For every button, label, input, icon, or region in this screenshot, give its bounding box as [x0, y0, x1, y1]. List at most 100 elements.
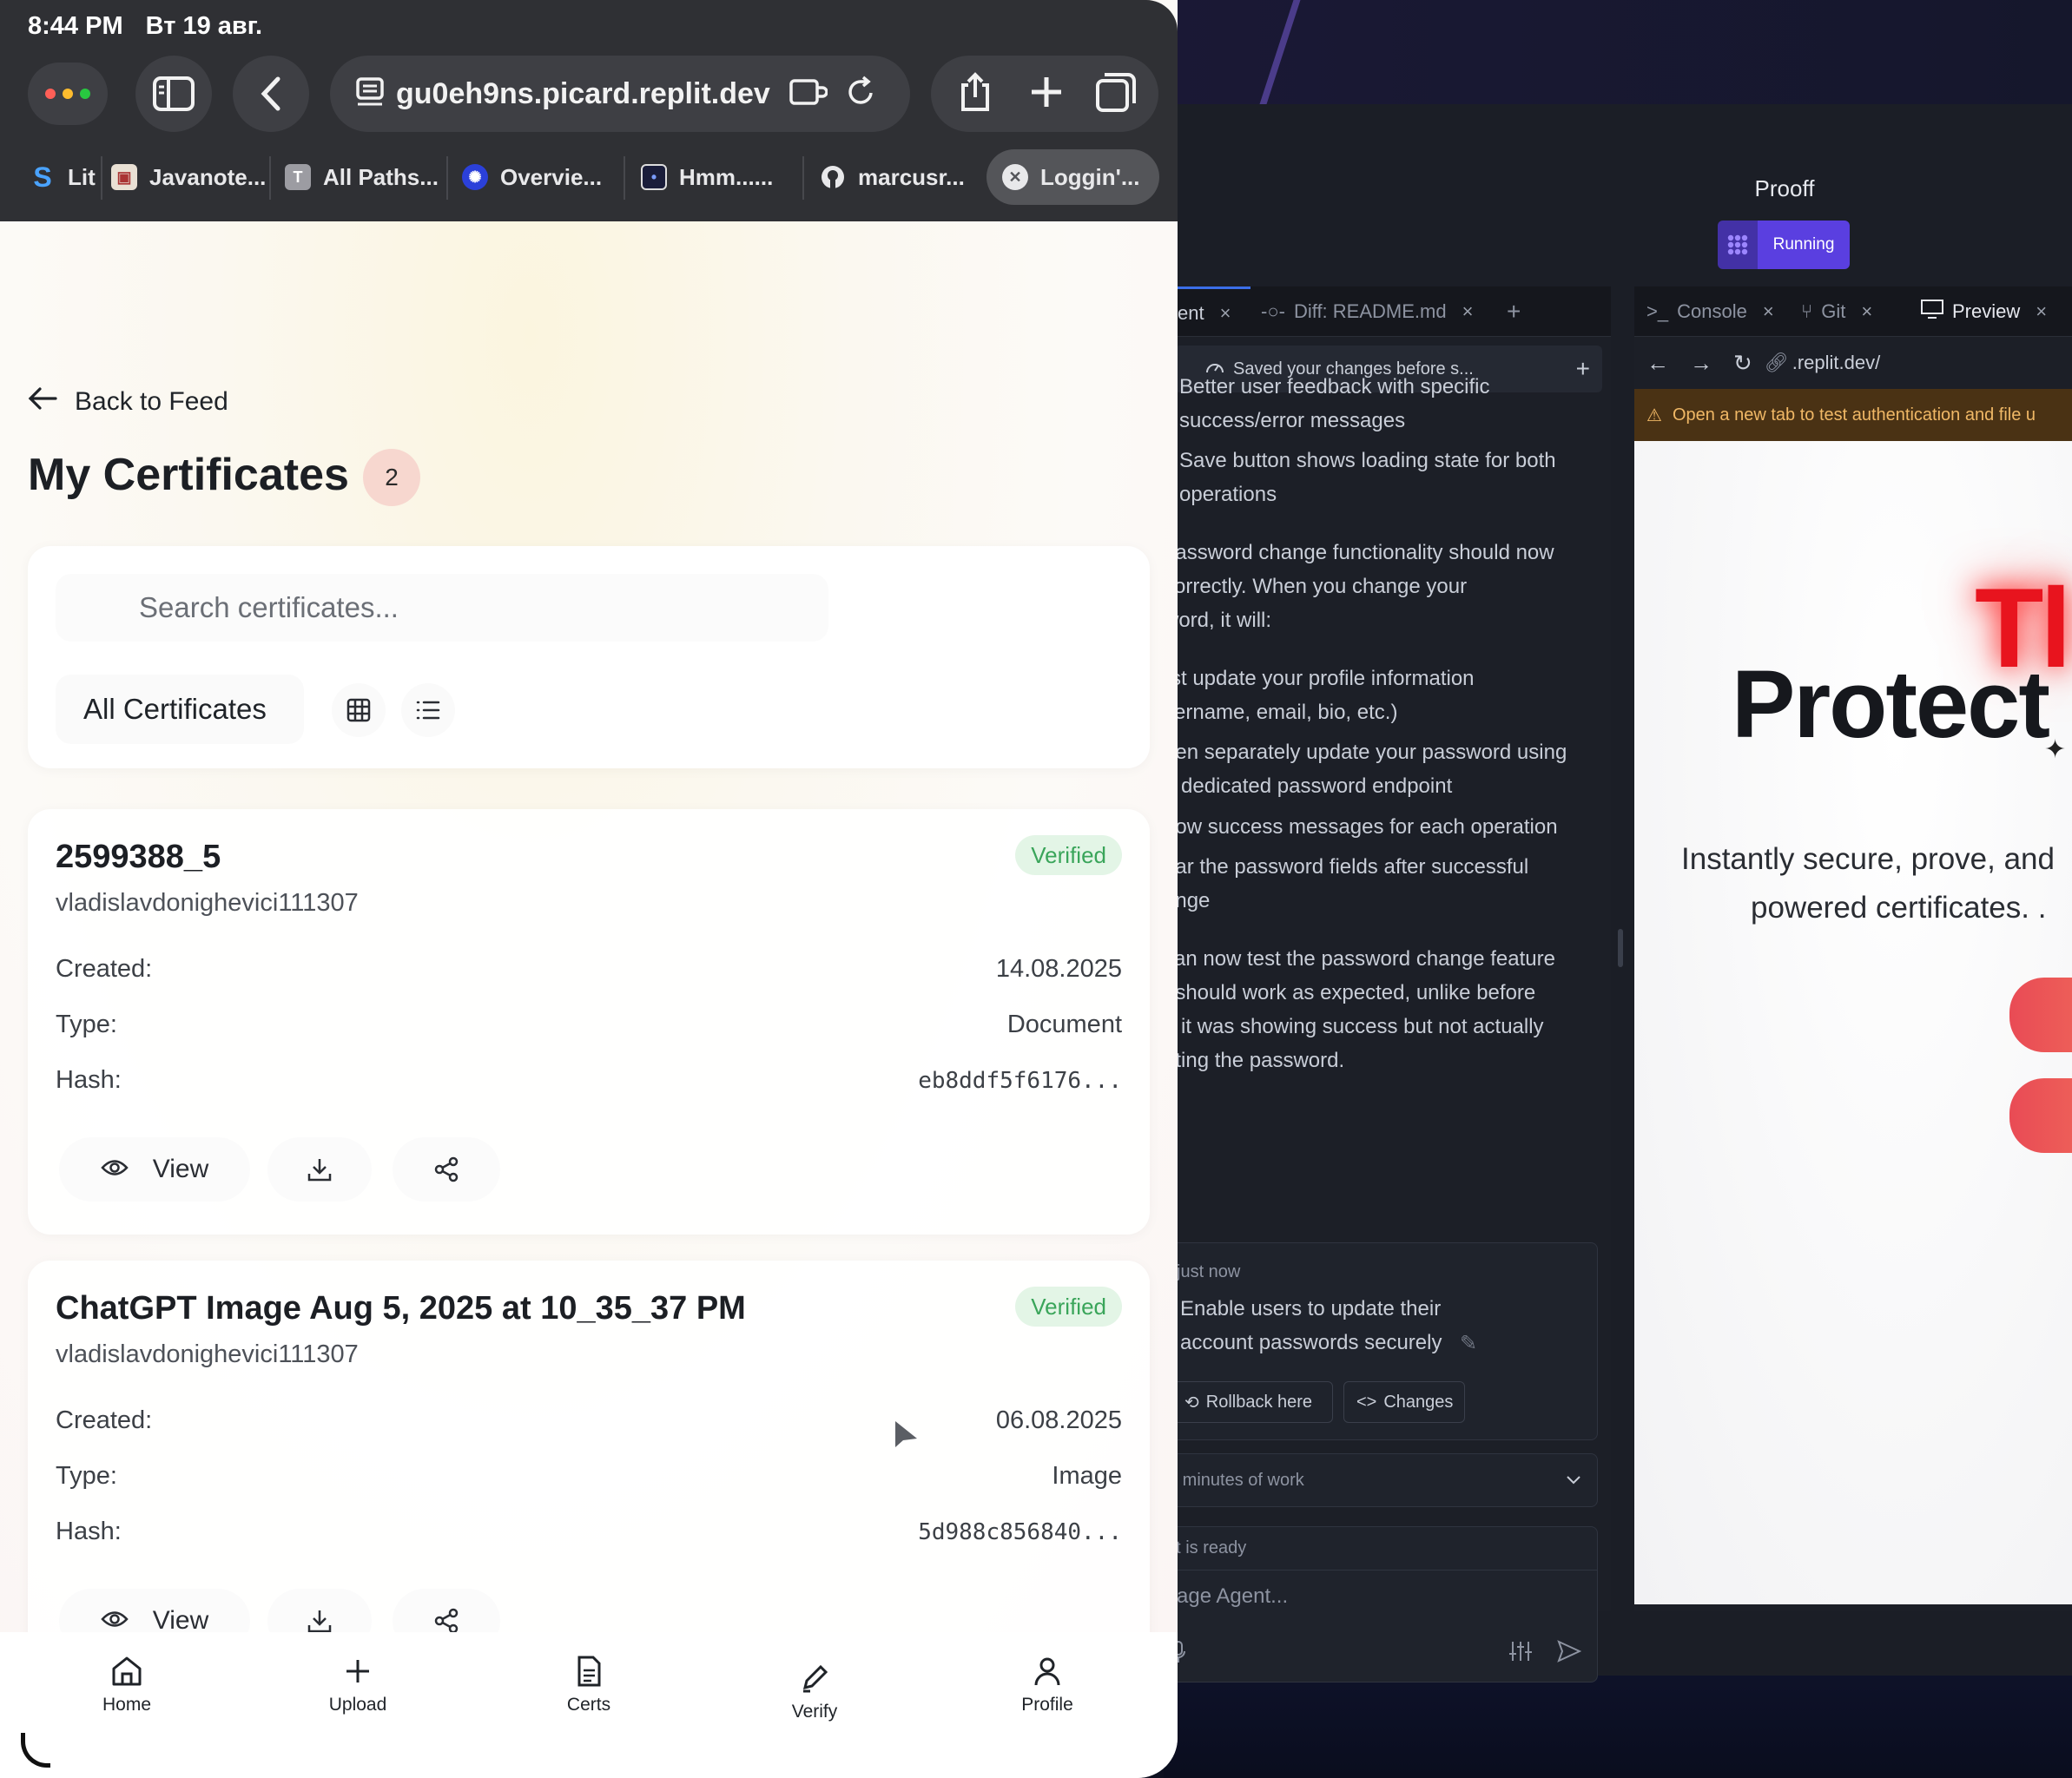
view-label: View [152, 1606, 209, 1632]
count-badge: 2 [363, 449, 420, 506]
chevron-down-icon [1566, 1471, 1581, 1491]
tab-console[interactable]: >_ Console × [1646, 286, 1774, 337]
agent-message-line: how success messages for each operation [1164, 815, 1558, 839]
back-chevron-icon[interactable] [233, 56, 309, 132]
close-icon[interactable]: × [1462, 300, 1474, 323]
list-view-icon[interactable] [401, 683, 455, 737]
close-icon[interactable]: × [1861, 300, 1872, 323]
share-icon[interactable] [393, 1137, 500, 1202]
browser-tab-active[interactable]: ✕ Loggin'... [987, 149, 1159, 205]
browser-tab-label: Javanote... [149, 163, 267, 190]
created-label: Created: [56, 1406, 153, 1434]
download-icon[interactable] [267, 1137, 372, 1202]
reload-icon[interactable] [847, 76, 876, 113]
tab-diff-readme[interactable]: -○- Diff: README.md × [1261, 286, 1473, 337]
download-icon[interactable] [267, 1589, 372, 1632]
search-input[interactable]: Search certificates... [56, 574, 828, 642]
agent-message-line: correctly. When you change your [1164, 575, 1468, 598]
tab-divider [446, 156, 448, 200]
send-icon[interactable] [1557, 1640, 1582, 1667]
close-icon[interactable]: × [1220, 302, 1231, 325]
changes-button[interactable]: <> Changes [1343, 1381, 1465, 1423]
view-label: View [152, 1155, 209, 1183]
eye-icon [101, 1155, 129, 1184]
window-controls-button[interactable] [28, 63, 108, 125]
forward-arrow-icon[interactable]: → [1690, 350, 1712, 377]
nav-home-label: Home [102, 1695, 152, 1715]
pane-resize-handle[interactable] [1618, 929, 1623, 967]
nav-upload[interactable]: Upload [288, 1655, 427, 1715]
url-text: gu0eh9ns.picard.replit.dev [396, 76, 770, 110]
tab-divider [269, 156, 271, 200]
status-badge: Verified [1015, 1287, 1122, 1327]
close-icon[interactable]: × [1763, 300, 1774, 323]
back-to-feed-link[interactable]: Back to Feed [28, 386, 228, 418]
preview-url[interactable]: .replit.dev/ [1792, 352, 1881, 374]
user-icon [1034, 1657, 1060, 1686]
openai-icon: ✺ [462, 164, 488, 190]
settings-sliders-icon[interactable] [1508, 1640, 1533, 1667]
agent-message-line: password change functionality should now [1164, 541, 1554, 564]
view-button[interactable]: View [59, 1137, 250, 1202]
run-status-button[interactable]: Running [1718, 221, 1850, 269]
nav-certs[interactable]: Certs [519, 1655, 658, 1715]
agent-message-line: n it was showing success but not actuall… [1164, 1015, 1544, 1038]
new-tab-plus-icon[interactable] [1029, 75, 1064, 114]
site-subtitle: powered certificates. . [1751, 891, 2047, 925]
nav-profile[interactable]: Profile [978, 1655, 1117, 1715]
edit-pencil-icon[interactable]: ✎ [1460, 1331, 1477, 1356]
type-value: Image [1052, 1462, 1122, 1490]
reload-icon[interactable]: ↻ [1733, 350, 1752, 377]
filter-card: Search certificates... All Certificates [28, 546, 1150, 768]
monitor-icon [1921, 300, 1943, 324]
site-primary-button[interactable] [2009, 978, 2072, 1052]
close-icon[interactable]: × [2036, 300, 2047, 323]
browser-tab[interactable]: ▣ Javanote... [111, 149, 267, 205]
certificate-card[interactable]: 2599388_5 vladislavdonighevici111307 Ver… [28, 809, 1150, 1235]
warning-text: Open a new tab to test authentication an… [1672, 405, 2036, 425]
site-secondary-button[interactable] [2009, 1078, 2072, 1153]
browser-tab[interactable]: S Lit [30, 149, 96, 205]
nav-verify[interactable]: Verify [745, 1662, 884, 1722]
preview-pane: >_ Console × ⑂ Git × Preview × ← → ↻ 🔗︎ [1634, 286, 2072, 1611]
browser-tab[interactable]: T All Paths... [285, 149, 441, 205]
tab-git[interactable]: ⑂ Git × [1801, 286, 1872, 337]
grid-view-icon[interactable] [332, 683, 386, 737]
eye-icon [101, 1606, 129, 1632]
status-time: 8:44 PM [28, 12, 123, 40]
browser-tab[interactable]: ✺ Overvie... [462, 149, 618, 205]
tabs-overview-icon[interactable] [1095, 71, 1137, 117]
bottom-navigation: Home Upload Certs Verify Profile [0, 1632, 1178, 1778]
back-arrow-icon[interactable]: ← [1646, 350, 1669, 377]
certificate-filter-select[interactable]: All Certificates [56, 675, 304, 744]
nav-certs-label: Certs [566, 1695, 611, 1715]
terminal-icon: >_ [1646, 300, 1669, 322]
share-icon[interactable] [958, 71, 993, 117]
extension-icon[interactable] [789, 77, 828, 111]
address-bar[interactable]: gu0eh9ns.picard.replit.dev [330, 56, 910, 132]
checkpoint-time: just now [1177, 1262, 1241, 1281]
document-icon [577, 1656, 601, 1687]
sidebar-toggle-icon[interactable] [135, 56, 212, 132]
work-duration-bar[interactable]: 7 minutes of work [1164, 1453, 1598, 1507]
dot-icon [63, 89, 73, 99]
agent-message-line: ear the password fields after successful [1164, 855, 1529, 879]
tab-preview[interactable]: Preview × [1921, 286, 2047, 337]
close-circle-icon[interactable]: ✕ [1002, 164, 1028, 190]
history-icon: ⟲ [1184, 1393, 1199, 1413]
share-icon[interactable] [393, 1589, 500, 1632]
message-agent-input[interactable]: sage Agent... [1166, 1584, 1288, 1609]
toolbar-actions [931, 56, 1158, 132]
browser-tab[interactable]: marcusr... [820, 149, 976, 205]
browser-tab[interactable]: • Hmm...... [641, 149, 794, 205]
t-icon: T [285, 164, 311, 190]
agent-input-box: nt is ready sage Agent... [1164, 1526, 1598, 1683]
browser-chrome: 8:44 PM Вт 19 авг. gu0eh9ns.picard.repli… [0, 0, 1178, 221]
new-tab-plus-icon[interactable]: + [1507, 286, 1521, 337]
view-button[interactable]: View [59, 1589, 250, 1632]
certificate-owner: vladislavdonighevici111307 [56, 889, 359, 917]
rollback-button[interactable]: ⟲ Rollback here [1171, 1381, 1333, 1423]
certificate-card[interactable]: ChatGPT Image Aug 5, 2025 at 10_35_37 PM… [28, 1261, 1150, 1632]
nav-home[interactable]: Home [57, 1655, 196, 1715]
agent-message-line: Better user feedback with specific [1179, 375, 1490, 398]
